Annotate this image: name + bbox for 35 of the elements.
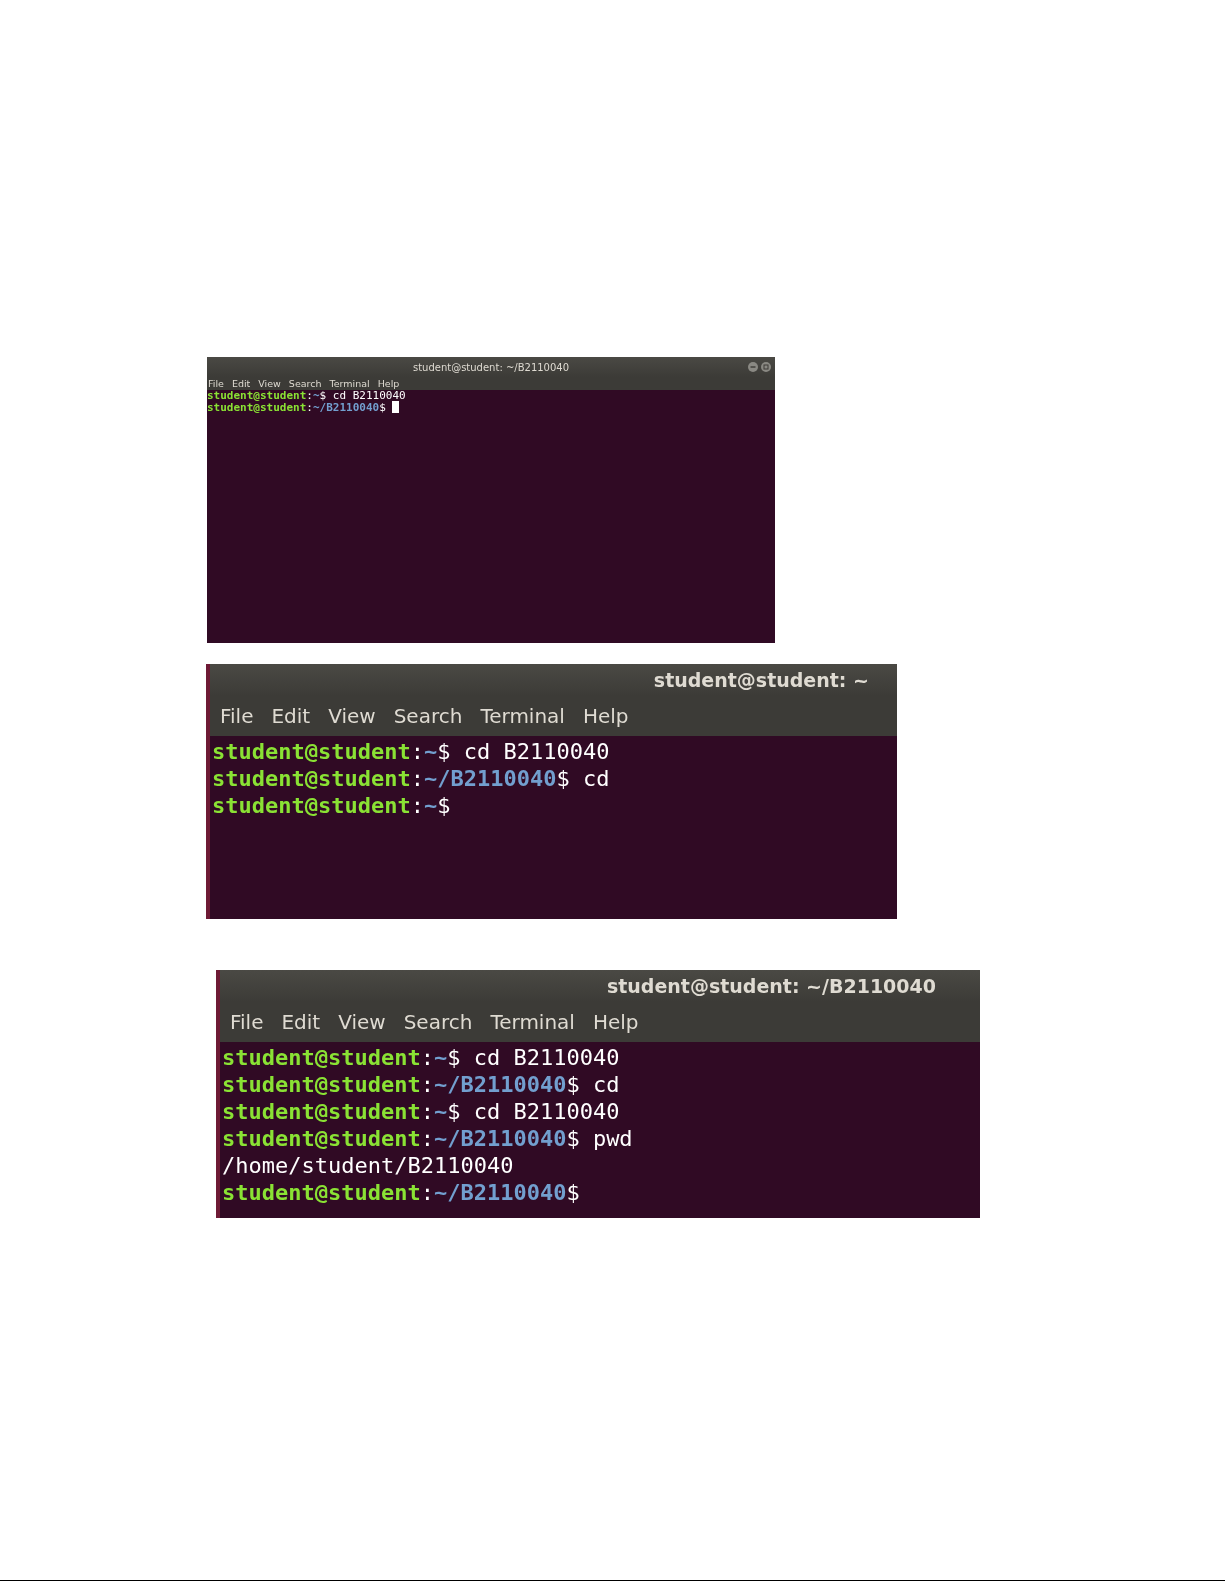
menu-item[interactable]: Search xyxy=(393,704,463,728)
menu-item[interactable]: Search xyxy=(403,1010,473,1034)
menu-item[interactable]: Edit xyxy=(231,378,251,389)
menu-item[interactable]: Terminal xyxy=(480,704,565,728)
menu-item[interactable]: File xyxy=(208,378,224,389)
maximize-icon[interactable] xyxy=(761,362,771,372)
menu-item[interactable]: Help xyxy=(592,1010,639,1034)
terminal-line: student@student:~/B2110040$ pwd xyxy=(222,1125,633,1152)
menu-item[interactable]: Terminal xyxy=(490,1010,575,1034)
window-title: student@student: ~ xyxy=(653,669,869,691)
menu-item[interactable]: View xyxy=(338,1010,386,1034)
menu-item[interactable]: File xyxy=(230,1010,264,1034)
menu-item[interactable]: Edit xyxy=(281,1010,321,1034)
terminal-line: student@student:~$ xyxy=(212,792,451,819)
minimize-icon[interactable] xyxy=(748,362,758,372)
terminal-line: student@student:~$ cd B2110040 xyxy=(212,738,610,765)
menu-item[interactable]: View xyxy=(328,704,376,728)
terminal-line: student@student:~$ cd B2110040 xyxy=(207,390,406,401)
terminal-line: student@student:~/B2110040$ xyxy=(222,1179,580,1206)
terminal-line: student@student:~$ cd B2110040 xyxy=(222,1044,620,1071)
menu-item[interactable]: Edit xyxy=(271,704,311,728)
window-title: student@student: ~/B2110040 xyxy=(412,361,570,373)
terminal-line: student@student:~/B2110040$ cd xyxy=(212,765,610,792)
menu-item[interactable]: Help xyxy=(582,704,629,728)
menu-item[interactable]: View xyxy=(258,378,281,389)
cursor xyxy=(392,401,400,413)
menu-item[interactable]: Terminal xyxy=(329,378,370,389)
menu-item[interactable]: Search xyxy=(288,378,322,389)
terminal-line: student@student:~$ cd B2110040 xyxy=(222,1098,620,1125)
terminal-line: student@student:~/B2110040$ xyxy=(207,401,400,413)
window-title: student@student: ~/B2110040 xyxy=(606,975,936,997)
terminal-line: student@student:~/B2110040$ cd xyxy=(222,1071,620,1098)
menu-item[interactable]: File xyxy=(220,704,254,728)
menu-item[interactable]: Help xyxy=(377,378,400,389)
terminal-line: /home/student/B2110040 xyxy=(222,1152,514,1179)
